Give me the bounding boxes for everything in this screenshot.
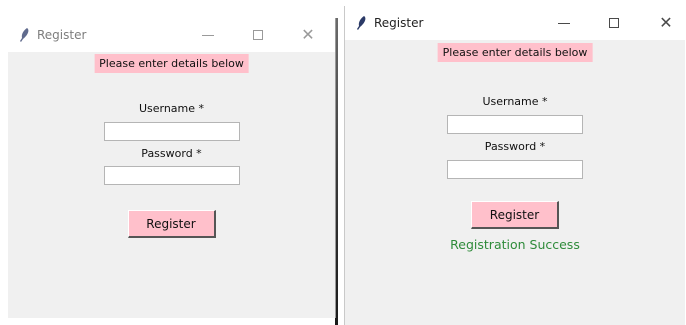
- register-button[interactable]: Register: [127, 210, 216, 238]
- register-window-after: Register ✕ Please enter details below Us…: [344, 6, 685, 325]
- username-label: Username *: [482, 95, 548, 108]
- instruction-banner: Please enter details below: [437, 43, 593, 62]
- window-title: Register: [374, 16, 424, 30]
- password-label: Password *: [484, 140, 546, 153]
- title-bar[interactable]: Register ✕: [8, 18, 335, 52]
- feather-icon: [18, 27, 32, 43]
- maximize-icon[interactable]: [247, 25, 269, 45]
- register-button[interactable]: Register: [471, 201, 559, 229]
- username-field[interactable]: [103, 122, 240, 141]
- username-label: Username *: [138, 102, 205, 115]
- minimize-icon[interactable]: [553, 13, 575, 33]
- status-message: Registration Success: [450, 237, 580, 252]
- password-field[interactable]: [447, 160, 583, 179]
- window-body: Please enter details below Username * Pa…: [8, 52, 335, 318]
- maximize-icon[interactable]: [603, 13, 625, 33]
- screenshot-stage: Register ✕ Please enter details below Us…: [0, 0, 686, 325]
- password-field[interactable]: [103, 166, 240, 185]
- username-field[interactable]: [447, 115, 583, 134]
- minimize-icon[interactable]: [197, 25, 219, 45]
- title-bar[interactable]: Register ✕: [345, 6, 685, 40]
- password-label: Password *: [141, 147, 202, 160]
- window-body: Please enter details below Username * Pa…: [345, 40, 685, 325]
- window-title: Register: [37, 28, 87, 42]
- register-window-before: Register ✕ Please enter details below Us…: [8, 18, 336, 318]
- feather-icon: [355, 15, 369, 31]
- close-icon[interactable]: ✕: [655, 13, 677, 33]
- instruction-banner: Please enter details below: [94, 54, 249, 73]
- close-icon[interactable]: ✕: [297, 25, 319, 45]
